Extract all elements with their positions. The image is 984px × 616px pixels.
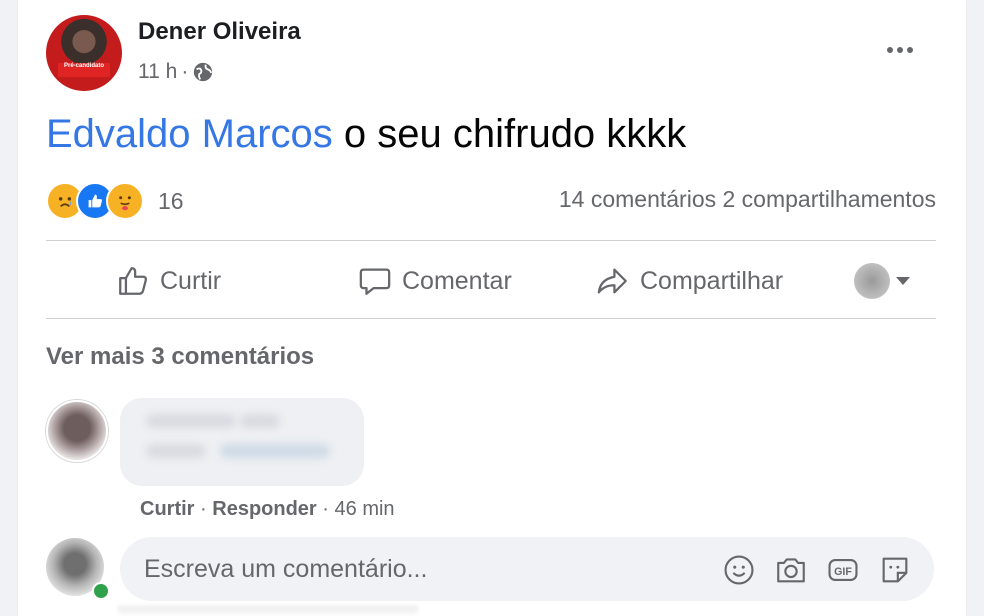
- blurred-text: [146, 444, 206, 458]
- emoji-icon[interactable]: [722, 553, 756, 587]
- comments-count[interactable]: 14 comentários: [559, 186, 716, 212]
- comment-label: Comentar: [402, 266, 512, 295]
- dot-icon: [897, 47, 903, 53]
- more-options-button[interactable]: [880, 35, 920, 65]
- blurred-name: [146, 414, 236, 428]
- separator: ·: [322, 498, 329, 520]
- comment-composer[interactable]: GIF: [120, 537, 934, 601]
- comment-button[interactable]: Comentar: [358, 264, 512, 298]
- action-bar: Curtir Comentar Compartilhar: [46, 252, 936, 310]
- dot-icon: [887, 47, 893, 53]
- audience-selector[interactable]: [854, 263, 910, 299]
- online-status-dot: [92, 582, 110, 600]
- share-label: Compartilhar: [640, 266, 784, 295]
- care-icon: [106, 182, 144, 220]
- comment-reply-link[interactable]: Responder: [212, 498, 316, 520]
- gif-icon[interactable]: GIF: [826, 553, 860, 587]
- post-stats: 14 comentários 2 compartilhamentos: [559, 186, 936, 213]
- globe-icon: [192, 61, 214, 83]
- avatar-badge: Pré-candidato: [58, 63, 110, 77]
- separator: ·: [200, 498, 207, 520]
- blurred-text: [220, 444, 330, 458]
- camera-icon[interactable]: [774, 553, 808, 587]
- dot-icon: [907, 47, 913, 53]
- post-meta: 11 h ·: [138, 60, 214, 84]
- cut-off-content: [118, 606, 418, 616]
- post-card: Pré-candidato Dener Oliveira 11 h · Edva…: [18, 0, 966, 616]
- reactions-summary[interactable]: 16: [46, 182, 184, 220]
- reaction-count: 16: [158, 187, 184, 214]
- chevron-down-icon: [896, 277, 910, 285]
- audience-avatar: [854, 263, 890, 299]
- blurred-name: [240, 414, 280, 428]
- like-button[interactable]: Curtir: [116, 264, 221, 298]
- share-arrow-icon: [597, 268, 627, 294]
- comment-icon: [359, 268, 391, 295]
- author-avatar[interactable]: Pré-candidato: [46, 15, 122, 91]
- post-body: o seu chifrudo kkkk: [332, 112, 687, 156]
- svg-text:GIF: GIF: [834, 566, 852, 578]
- comment-time[interactable]: 46 min: [335, 498, 395, 520]
- share-button[interactable]: Compartilhar: [596, 264, 783, 298]
- divider: [46, 240, 936, 241]
- comment-actions: Curtir · Responder · 46 min: [140, 498, 395, 521]
- like-label: Curtir: [160, 266, 222, 295]
- mention-link[interactable]: Edvaldo Marcos: [46, 112, 333, 156]
- comment-input[interactable]: [142, 553, 686, 585]
- comment-like-link[interactable]: Curtir: [140, 498, 194, 520]
- commenter-avatar[interactable]: [46, 400, 108, 462]
- author-name[interactable]: Dener Oliveira: [138, 18, 301, 46]
- thumbs-up-icon: [119, 267, 147, 295]
- meta-separator: ·: [181, 60, 189, 83]
- shares-count[interactable]: 2 compartilhamentos: [723, 186, 937, 212]
- divider: [46, 318, 936, 319]
- post-time[interactable]: 11 h: [138, 60, 177, 84]
- see-more-comments-link[interactable]: Ver mais 3 comentários: [46, 343, 314, 371]
- post-text: Edvaldo Marcos o seu chifrudo kkkk: [46, 112, 686, 157]
- composer-icons: GIF: [722, 553, 912, 587]
- sticker-icon[interactable]: [878, 553, 912, 587]
- comment-bubble: [120, 398, 364, 486]
